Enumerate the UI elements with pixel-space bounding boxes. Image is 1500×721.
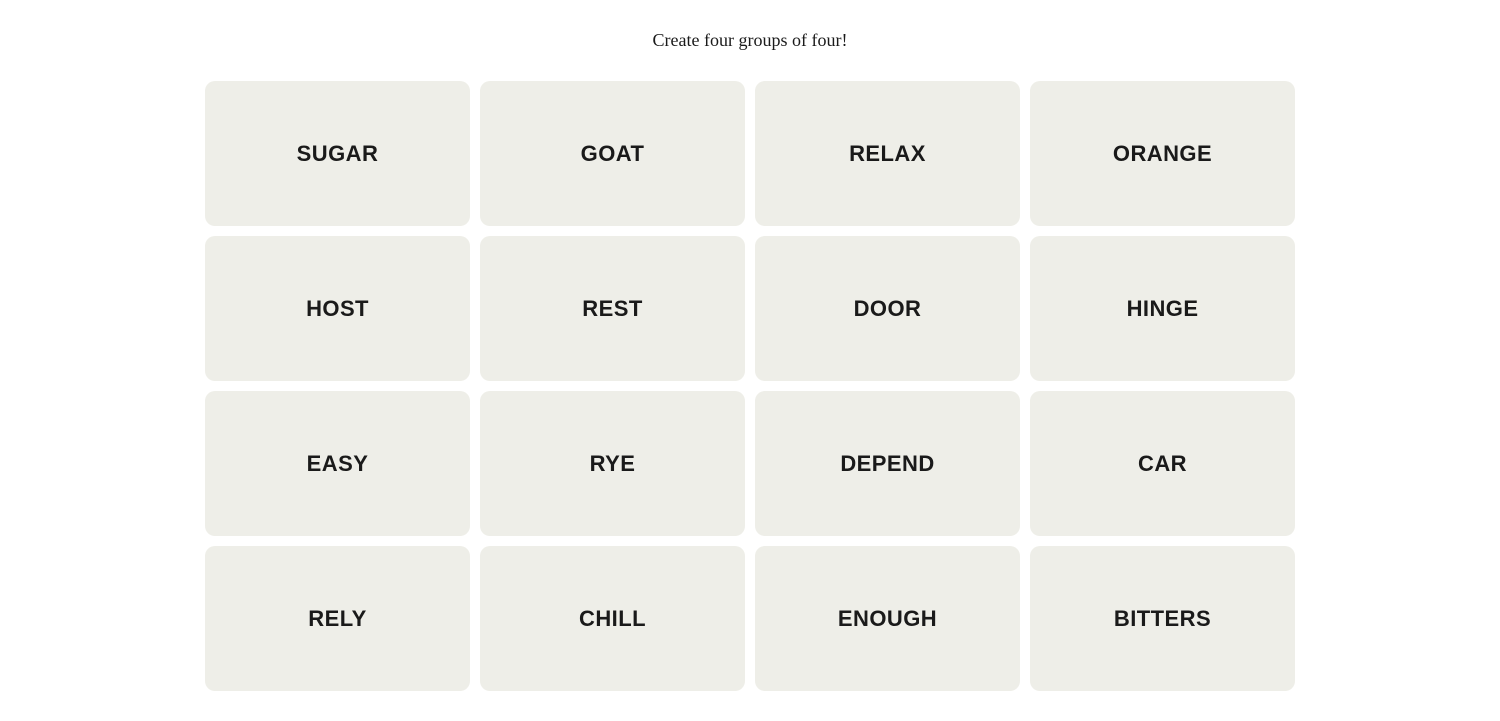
- tile-depend[interactable]: DEPEND: [755, 391, 1020, 536]
- tile-car[interactable]: CAR: [1030, 391, 1295, 536]
- tile-label-relax: RELAX: [849, 141, 926, 167]
- tile-chill[interactable]: CHILL: [480, 546, 745, 691]
- tile-label-goat: GOAT: [581, 141, 645, 167]
- tile-label-sugar: SUGAR: [297, 141, 379, 167]
- tile-hinge[interactable]: HINGE: [1030, 236, 1295, 381]
- tile-label-easy: EASY: [307, 451, 369, 477]
- tile-label-rye: RYE: [590, 451, 636, 477]
- tile-label-rest: REST: [582, 296, 642, 322]
- tile-door[interactable]: DOOR: [755, 236, 1020, 381]
- subtitle: Create four groups of four!: [653, 30, 848, 51]
- word-grid: SUGAR GOAT RELAX ORANGE HOST REST DOOR HINGE EAS…: [205, 81, 1295, 691]
- tile-rye[interactable]: RYE: [480, 391, 745, 536]
- tile-label-depend: DEPEND: [840, 451, 934, 477]
- tile-host[interactable]: HOST: [205, 236, 470, 381]
- tile-rely[interactable]: RELY: [205, 546, 470, 691]
- tile-relax[interactable]: RELAX: [755, 81, 1020, 226]
- tile-label-host: HOST: [306, 296, 369, 322]
- tile-enough[interactable]: ENOUGH: [755, 546, 1020, 691]
- tile-label-bitters: BITTERS: [1114, 606, 1211, 632]
- tile-label-chill: CHILL: [579, 606, 646, 632]
- tile-label-hinge: HINGE: [1127, 296, 1199, 322]
- tile-easy[interactable]: EASY: [205, 391, 470, 536]
- tile-label-orange: ORANGE: [1113, 141, 1212, 167]
- tile-label-enough: ENOUGH: [838, 606, 937, 632]
- tile-label-car: CAR: [1138, 451, 1187, 477]
- tile-label-rely: RELY: [308, 606, 366, 632]
- tile-label-door: DOOR: [854, 296, 922, 322]
- tile-orange[interactable]: ORANGE: [1030, 81, 1295, 226]
- tile-rest[interactable]: REST: [480, 236, 745, 381]
- tile-sugar[interactable]: SUGAR: [205, 81, 470, 226]
- tile-goat[interactable]: GOAT: [480, 81, 745, 226]
- tile-bitters[interactable]: BITTERS: [1030, 546, 1295, 691]
